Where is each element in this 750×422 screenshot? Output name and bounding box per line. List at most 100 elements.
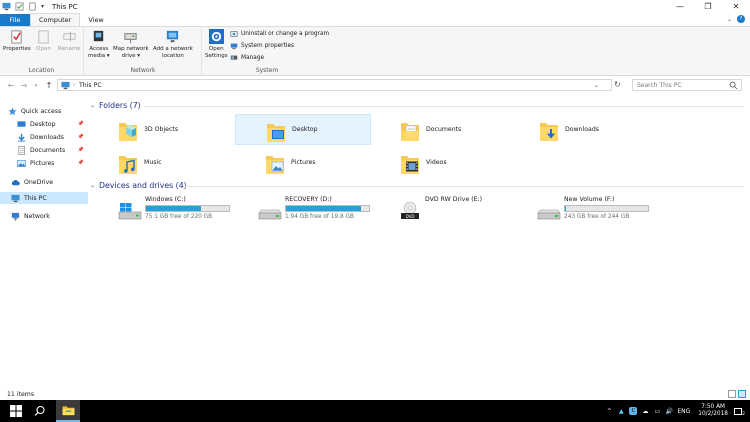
display-tray-icon[interactable]: ▭ xyxy=(653,407,661,415)
section-divider xyxy=(185,186,744,187)
windows-start-icon[interactable] xyxy=(10,405,22,417)
open-button[interactable]: Open xyxy=(36,29,51,53)
nav-item-quick-access[interactable]: Quick access xyxy=(0,105,88,117)
hard-drive-icon xyxy=(258,209,282,220)
access-media-button[interactable]: Access media ▾ xyxy=(88,29,110,59)
document-icon xyxy=(18,145,25,155)
nav-item-desktop[interactable]: Desktop 📌 xyxy=(0,118,88,130)
large-icons-view-icon[interactable] xyxy=(738,390,746,398)
folder-music[interactable]: Music xyxy=(88,147,224,178)
star-icon xyxy=(8,106,17,115)
language-indicator[interactable]: ENG xyxy=(677,408,690,415)
uninstall-icon xyxy=(230,31,238,37)
minimize-button[interactable]: — xyxy=(666,0,694,13)
address-path[interactable]: This PC xyxy=(79,82,102,89)
properties-button[interactable]: Properties xyxy=(3,29,31,53)
details-view-icon[interactable] xyxy=(728,390,736,398)
system-properties-icon xyxy=(230,43,238,50)
up-arrow-icon[interactable]: ↑ xyxy=(44,81,54,90)
folder-3d-objects[interactable]: 3D Objects xyxy=(88,114,224,145)
dvd-drive-icon: DVD xyxy=(401,202,419,219)
address-dropdown-icon[interactable]: ⌄ xyxy=(594,82,599,89)
network-tray-icon[interactable]: ▲ xyxy=(617,407,625,415)
taskbar: ^ ▲ C ☁ ▭ 🔊 ENG 7:50 AM 10/2/2018 2 xyxy=(0,400,750,422)
drive-e[interactable]: DVD DVD RW Drive (E:) xyxy=(398,194,534,226)
nav-item-onedrive[interactable]: OneDrive xyxy=(0,176,88,188)
close-button[interactable]: ✕ xyxy=(722,0,750,13)
address-bar[interactable]: › This PC ⌄ xyxy=(57,79,612,91)
collapse-chevron-icon[interactable]: ⌄ xyxy=(90,102,95,109)
ribbon-tabs: File Computer View xyxy=(0,13,750,26)
folder-desktop[interactable]: Desktop xyxy=(235,114,371,145)
rename-button[interactable]: Rename xyxy=(58,29,81,53)
map-network-drive-button[interactable]: Map network drive ▾ xyxy=(113,29,149,59)
manage-icon xyxy=(230,55,238,60)
pin-icon[interactable]: 📌 xyxy=(78,121,84,127)
downloads-folder-icon xyxy=(540,123,558,141)
drive-usage-fill xyxy=(286,206,361,211)
breadcrumb-separator-icon: › xyxy=(73,82,75,88)
nav-item-pictures[interactable]: Pictures 📌 xyxy=(0,157,88,169)
add-network-location-button[interactable]: Add a network location xyxy=(153,29,193,59)
drive-free-space: 243 GB free of 244 GB xyxy=(564,214,630,220)
collapse-chevron-icon[interactable]: ⌄ xyxy=(90,182,95,189)
volume-icon[interactable]: 🔊 xyxy=(665,407,673,415)
system-properties-button[interactable]: System properties xyxy=(230,42,294,50)
drive-d[interactable]: RECOVERY (D:) 1.94 GB free of 19.8 GB xyxy=(258,194,394,226)
folder-pictures[interactable]: Pictures xyxy=(235,147,371,178)
documents-folder-icon xyxy=(401,123,419,141)
maximize-button[interactable]: ❐ xyxy=(694,0,722,13)
file-explorer-taskbar-button[interactable] xyxy=(56,400,80,422)
refresh-icon[interactable]: ↻ xyxy=(614,80,621,89)
nav-item-network[interactable]: Network xyxy=(0,210,88,222)
pictures-icon xyxy=(17,159,26,167)
onedrive-tray-icon[interactable]: ☁ xyxy=(641,407,649,415)
nav-item-this-pc[interactable]: This PC xyxy=(0,192,88,204)
forward-arrow-icon[interactable]: → xyxy=(19,81,29,90)
drive-name: Windows (C:) xyxy=(145,196,186,203)
help-icon[interactable]: ? xyxy=(737,15,745,23)
tab-file[interactable]: File xyxy=(0,14,30,26)
drive-free-space: 1.94 GB free of 19.8 GB xyxy=(285,214,354,220)
drive-usage-bar xyxy=(564,205,649,212)
this-pc-icon[interactable] xyxy=(2,2,11,11)
devices-section-header[interactable]: ⌄ Devices and drives (4) xyxy=(90,181,187,190)
open-settings-button[interactable]: Open Settings xyxy=(205,29,228,59)
nav-item-downloads[interactable]: Downloads 📌 xyxy=(0,131,88,143)
tab-view[interactable]: View xyxy=(80,14,111,26)
recent-locations-icon[interactable]: ▾ xyxy=(31,83,41,89)
search-input[interactable] xyxy=(637,81,733,89)
folder-downloads[interactable]: Downloads xyxy=(509,114,645,145)
drive-c[interactable]: Windows (C:) 75.1 GB free of 220 GB xyxy=(118,194,254,226)
action-center-icon[interactable]: 2 xyxy=(732,407,745,417)
file-explorer-icon xyxy=(62,405,74,415)
pin-icon[interactable]: 📌 xyxy=(78,160,84,166)
manage-button[interactable]: Manage xyxy=(230,54,264,62)
search-box[interactable] xyxy=(632,79,742,91)
uninstall-program-button[interactable]: Uninstall or change a program xyxy=(230,30,329,38)
ribbon-group-system: Open Settings Uninstall or change a prog… xyxy=(205,29,330,74)
folder-documents[interactable]: Documents xyxy=(370,114,506,145)
folders-section-header[interactable]: ⌄ Folders (7) xyxy=(90,101,141,110)
new-folder-quick-icon[interactable] xyxy=(28,2,37,11)
cortana-tray-icon[interactable]: C xyxy=(629,407,638,415)
taskbar-search-icon[interactable] xyxy=(34,405,46,417)
back-arrow-icon[interactable]: ← xyxy=(6,81,16,90)
show-hidden-icons-icon[interactable]: ^ xyxy=(605,407,613,415)
pin-icon[interactable]: 📌 xyxy=(78,134,84,140)
content-pane: ⌄ Folders (7) 3D Objects Desktop Documen… xyxy=(88,94,750,388)
properties-quick-icon[interactable] xyxy=(15,2,24,11)
pin-icon[interactable]: 📌 xyxy=(78,147,84,153)
clock[interactable]: 7:50 AM 10/2/2018 xyxy=(698,404,728,418)
windows-drive-icon xyxy=(118,203,142,220)
tab-computer[interactable]: Computer xyxy=(30,13,81,26)
ribbon-expand-icon[interactable]: ⌄ xyxy=(727,16,732,23)
nav-item-documents[interactable]: Documents 📌 xyxy=(0,144,88,156)
folder-videos[interactable]: Videos xyxy=(370,147,506,178)
network-icon xyxy=(11,212,20,221)
quick-access-dropdown-icon[interactable]: ▾ xyxy=(41,3,44,10)
clock-date: 10/2/2018 xyxy=(698,411,728,417)
ribbon: Properties Open Rename Location Access m… xyxy=(0,15,750,76)
section-divider xyxy=(144,106,744,107)
drive-f[interactable]: New Volume (F:) 243 GB free of 244 GB xyxy=(537,194,673,226)
